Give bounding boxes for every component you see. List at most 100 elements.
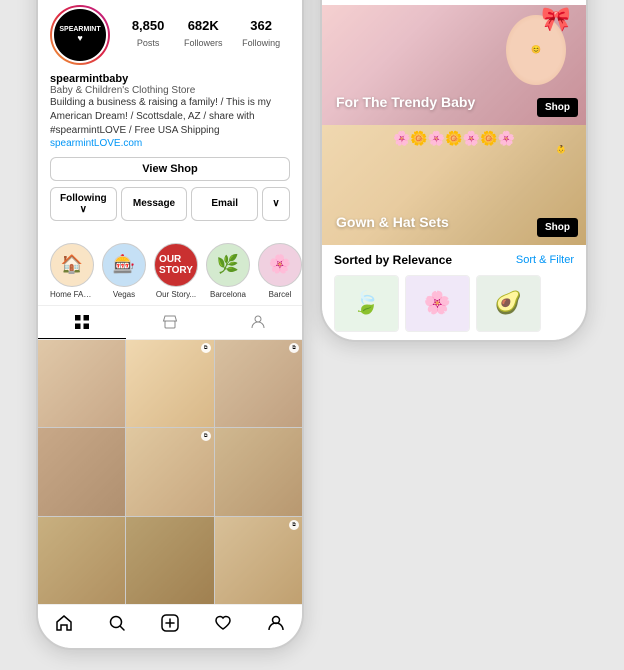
story-label-home: Home FAQS bbox=[50, 290, 94, 299]
main-container: 9:41 ▲ ‹ spear bbox=[16, 0, 608, 670]
story-barcel[interactable]: 🌸 Barcel bbox=[258, 243, 302, 299]
following-button[interactable]: Following ∨ bbox=[50, 187, 117, 221]
product-card-2[interactable]: 🌸 bbox=[405, 275, 470, 332]
banner-shop-container-top: Shop bbox=[537, 98, 578, 117]
baby-gown: 👶 bbox=[556, 145, 566, 154]
banner-gown-hat[interactable]: 🌸🌼🌸🌼🌸🌼🌸 👶 Gown & Hat Sets Shop bbox=[322, 125, 586, 245]
story-home-faq[interactable]: 🏠 Home FAQS bbox=[50, 243, 94, 299]
tab-tagged[interactable] bbox=[214, 306, 302, 339]
shop-icon bbox=[162, 314, 178, 330]
right-phone-inner: 9:41 ▲ ‹ S bbox=[322, 0, 586, 340]
story-label-vegas: Vegas bbox=[113, 290, 135, 299]
right-phone: 9:41 ▲ ‹ S bbox=[320, 0, 588, 342]
banner-title-top: For The Trendy Baby bbox=[336, 94, 475, 111]
story-circle-barcelona: 🌿 bbox=[206, 243, 250, 287]
banner-image-top: 😊 🎀 For The Trendy Baby Shop bbox=[322, 5, 586, 125]
bio-link[interactable]: spearmintLOVE.com bbox=[50, 138, 290, 149]
multi-photo-badge-5: ⧉ bbox=[201, 431, 211, 441]
photo-cell-3[interactable]: ⧉ bbox=[215, 340, 302, 427]
product-card-3[interactable]: 🥑 bbox=[476, 275, 541, 332]
sorted-section: Sorted by Relevance Sort & Filter 🍃 🌸 🥑 bbox=[322, 245, 586, 340]
action-buttons: Following ∨ Message Email ∨ bbox=[50, 187, 290, 221]
multi-photo-badge-3: ⧉ bbox=[289, 343, 299, 353]
tab-shop[interactable] bbox=[126, 306, 214, 339]
story-vegas[interactable]: 🎰 Vegas bbox=[102, 243, 146, 299]
profile-stats: 8,850 Posts 682K Followers 362 Following bbox=[122, 18, 290, 51]
stat-followers: 682K Followers bbox=[184, 18, 223, 51]
avatar-text: SPEARMINT bbox=[59, 26, 100, 33]
bow-top: 🎀 bbox=[541, 5, 571, 34]
view-shop-button[interactable]: View Shop bbox=[50, 157, 290, 181]
photo-cell-2[interactable]: ⧉ bbox=[126, 340, 213, 427]
banner-title-bottom: Gown & Hat Sets bbox=[336, 214, 449, 231]
product-card-1[interactable]: 🍃 bbox=[334, 275, 399, 332]
posts-count: 8,850 bbox=[132, 18, 165, 33]
stat-posts: 8,850 Posts bbox=[132, 18, 165, 51]
story-label-story: Our Story... bbox=[156, 290, 196, 299]
left-phone-inner: 9:41 ▲ ‹ spear bbox=[38, 0, 302, 648]
sorted-title: Sorted by Relevance bbox=[334, 253, 452, 267]
profile-bio: spearmintbaby Baby & Children's Clothing… bbox=[50, 73, 290, 149]
avatar: SPEARMINT ♥ bbox=[52, 7, 108, 63]
followers-label: Followers bbox=[184, 38, 223, 48]
banner-text-container-bottom: Gown & Hat Sets bbox=[330, 208, 455, 237]
story-circle-vegas: 🎰 bbox=[102, 243, 146, 287]
banner-image-bottom: 🌸🌼🌸🌼🌸🌼🌸 👶 Gown & Hat Sets Shop bbox=[322, 125, 586, 245]
multi-photo-badge: ⧉ bbox=[201, 343, 211, 353]
nav-profile[interactable] bbox=[266, 613, 286, 638]
sorted-header: Sorted by Relevance Sort & Filter bbox=[334, 253, 574, 267]
photo-cell-7[interactable] bbox=[38, 517, 125, 604]
banner-shop-button-bottom[interactable]: Shop bbox=[537, 218, 578, 237]
photo-thumb-9 bbox=[215, 517, 302, 604]
photo-cell-1[interactable] bbox=[38, 340, 125, 427]
profile-top: SPEARMINT ♥ 8,850 Posts 682K Followers bbox=[50, 5, 290, 65]
story-label-barcel: Barcel bbox=[269, 290, 292, 299]
story-circle-story: OURSTORY bbox=[154, 243, 198, 287]
photo-cell-5[interactable]: ⧉ bbox=[126, 428, 213, 515]
photo-cell-4[interactable] bbox=[38, 428, 125, 515]
photo-thumb-4 bbox=[38, 428, 125, 515]
photo-thumb-3 bbox=[215, 340, 302, 427]
photo-thumb-5 bbox=[126, 428, 213, 515]
story-circle-home: 🏠 bbox=[50, 243, 94, 287]
photo-cell-9[interactable]: ⧉ bbox=[215, 517, 302, 604]
photo-thumb-2 bbox=[126, 340, 213, 427]
nav-heart[interactable] bbox=[213, 613, 233, 638]
sort-filter-button[interactable]: Sort & Filter bbox=[516, 254, 574, 266]
floral-bg: 🌸🌼🌸🌼🌸🌼🌸 bbox=[393, 130, 515, 147]
banner-trendy-baby[interactable]: 😊 🎀 For The Trendy Baby Shop bbox=[322, 5, 586, 125]
product-img-2: 🌸 bbox=[406, 276, 469, 331]
story-our-story[interactable]: OURSTORY Our Story... bbox=[154, 243, 198, 299]
photo-cell-6[interactable] bbox=[215, 428, 302, 515]
bio-name: spearmintbaby bbox=[50, 73, 290, 85]
banner-shop-button-top[interactable]: Shop bbox=[537, 98, 578, 117]
story-barcelona[interactable]: 🌿 Barcelona bbox=[206, 243, 250, 299]
nav-add[interactable] bbox=[160, 613, 180, 638]
tab-grid[interactable] bbox=[38, 306, 126, 339]
product-img-3: 🥑 bbox=[477, 276, 540, 331]
left-phone: 9:41 ▲ ‹ spear bbox=[36, 0, 304, 650]
stories-row: 🏠 Home FAQS 🎰 Vegas OURSTORY Our Story..… bbox=[38, 237, 302, 305]
photo-grid: ⧉ ⧉ ⧉ bbox=[38, 340, 302, 604]
following-label: Following bbox=[242, 38, 280, 48]
product-img-1: 🍃 bbox=[335, 276, 398, 331]
photo-thumb-8 bbox=[126, 517, 213, 604]
avatar-heart: ♥ bbox=[77, 33, 82, 43]
nav-search[interactable] bbox=[107, 613, 127, 638]
story-label-barcelona: Barcelona bbox=[210, 290, 246, 299]
followers-count: 682K bbox=[184, 18, 223, 33]
stat-following: 362 Following bbox=[242, 18, 280, 51]
email-button[interactable]: Email bbox=[191, 187, 258, 221]
nav-home[interactable] bbox=[54, 613, 74, 638]
photo-cell-8[interactable] bbox=[126, 517, 213, 604]
product-grid: 🍃 🌸 🥑 bbox=[334, 275, 574, 332]
dropdown-button[interactable]: ∨ bbox=[262, 187, 290, 221]
photo-thumb-6 bbox=[215, 428, 302, 515]
message-button[interactable]: Message bbox=[121, 187, 188, 221]
posts-label: Posts bbox=[137, 38, 160, 48]
grid-icon bbox=[74, 314, 90, 330]
avatar-container: SPEARMINT ♥ bbox=[50, 5, 110, 65]
banner-text-container-top: For The Trendy Baby bbox=[330, 88, 481, 117]
photo-thumb-7 bbox=[38, 517, 125, 604]
story-circle-barcel: 🌸 bbox=[258, 243, 302, 287]
